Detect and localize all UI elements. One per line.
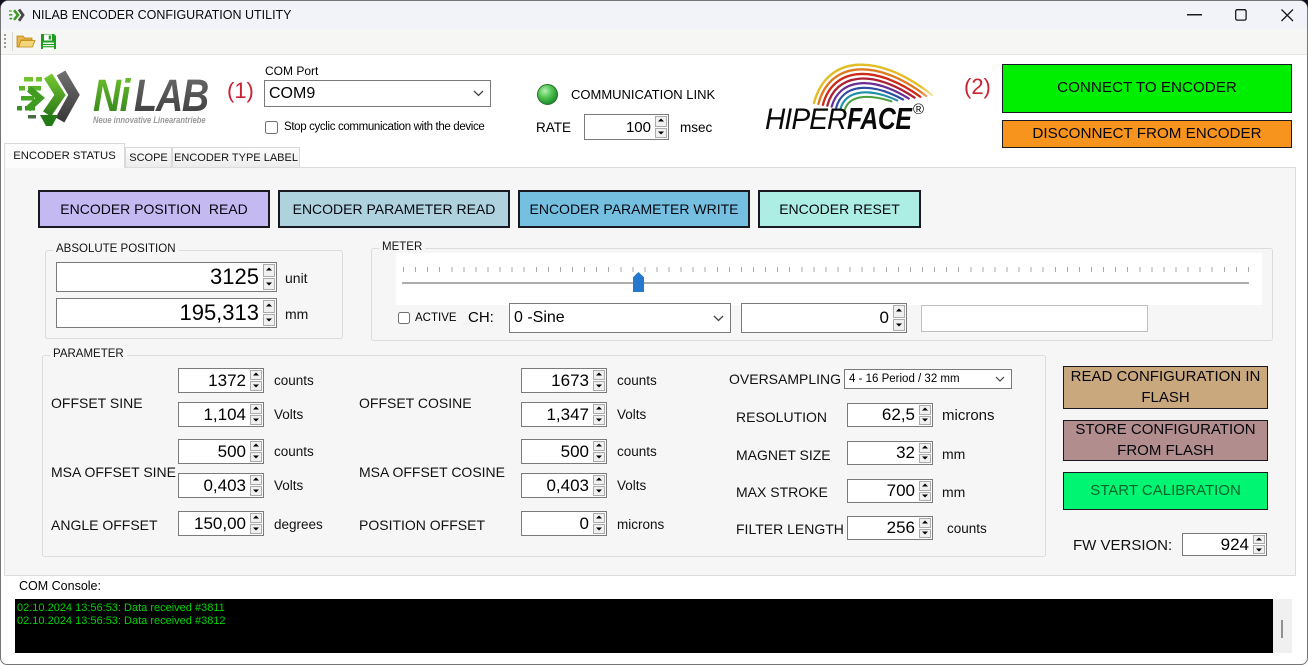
svg-text:Ni: Ni — [93, 70, 132, 120]
svg-text:®: ® — [913, 101, 924, 118]
svg-text:Neue innovative Linearantriebe: Neue innovative Linearantriebe — [93, 114, 206, 125]
svg-text:LAB: LAB — [134, 70, 208, 121]
svg-text:FACE: FACE — [847, 101, 913, 135]
svg-text:HIPER: HIPER — [765, 103, 847, 135]
